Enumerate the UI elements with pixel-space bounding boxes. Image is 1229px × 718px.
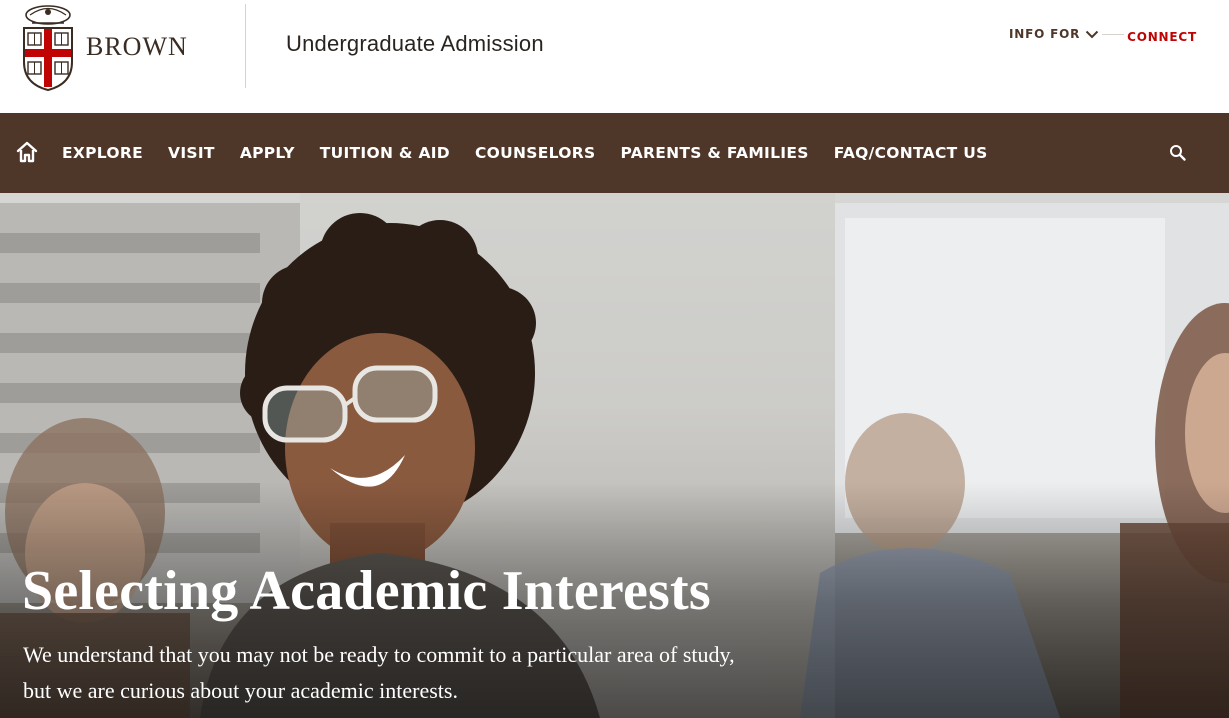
- site-title[interactable]: Undergraduate Admission: [286, 31, 544, 57]
- brown-shield-icon: [23, 5, 73, 92]
- header-divider: [245, 4, 246, 88]
- nav-item-faq-contact[interactable]: FAQ/CONTACT US: [834, 144, 988, 162]
- hero-banner: Selecting Academic Interests We understa…: [0, 193, 1229, 718]
- hero-description: We understand that you may not be ready …: [23, 637, 843, 709]
- nav-item-tuition-aid[interactable]: TUITION & AID: [320, 144, 450, 162]
- nav-item-visit[interactable]: VISIT: [168, 144, 215, 162]
- nav-item-apply[interactable]: APPLY: [240, 144, 295, 162]
- nav-item-explore[interactable]: EXPLORE: [62, 144, 143, 162]
- connect-link[interactable]: CONNECT: [1127, 30, 1197, 44]
- info-for-dropdown[interactable]: INFO FOR: [1009, 27, 1099, 41]
- nav-items: EXPLORE VISIT APPLY TUITION & AID COUNSE…: [62, 113, 1013, 193]
- hero-line-1: We understand that you may not be ready …: [23, 642, 735, 667]
- hero-line-2: but we are curious about your academic i…: [23, 678, 458, 703]
- site-header: BROWN Undergraduate Admission INFO FOR C…: [0, 0, 1229, 113]
- info-for-label: INFO FOR: [1008, 27, 1081, 41]
- utility-nav: INFO FOR CONNECT: [1009, 24, 1197, 44]
- hero-heading: Selecting Academic Interests: [22, 560, 711, 622]
- brown-logo-link[interactable]: BROWN: [20, 2, 210, 92]
- main-nav: EXPLORE VISIT APPLY TUITION & AID COUNSE…: [0, 113, 1229, 193]
- nav-item-counselors[interactable]: COUNSELORS: [475, 144, 595, 162]
- search-icon[interactable]: [1168, 143, 1188, 163]
- nav-item-parents-families[interactable]: PARENTS & FAMILIES: [620, 144, 808, 162]
- home-icon[interactable]: [15, 140, 39, 164]
- chevron-down-icon: [1085, 30, 1099, 38]
- brand-wordmark: BROWN: [86, 32, 188, 61]
- utility-separator: [1102, 33, 1125, 35]
